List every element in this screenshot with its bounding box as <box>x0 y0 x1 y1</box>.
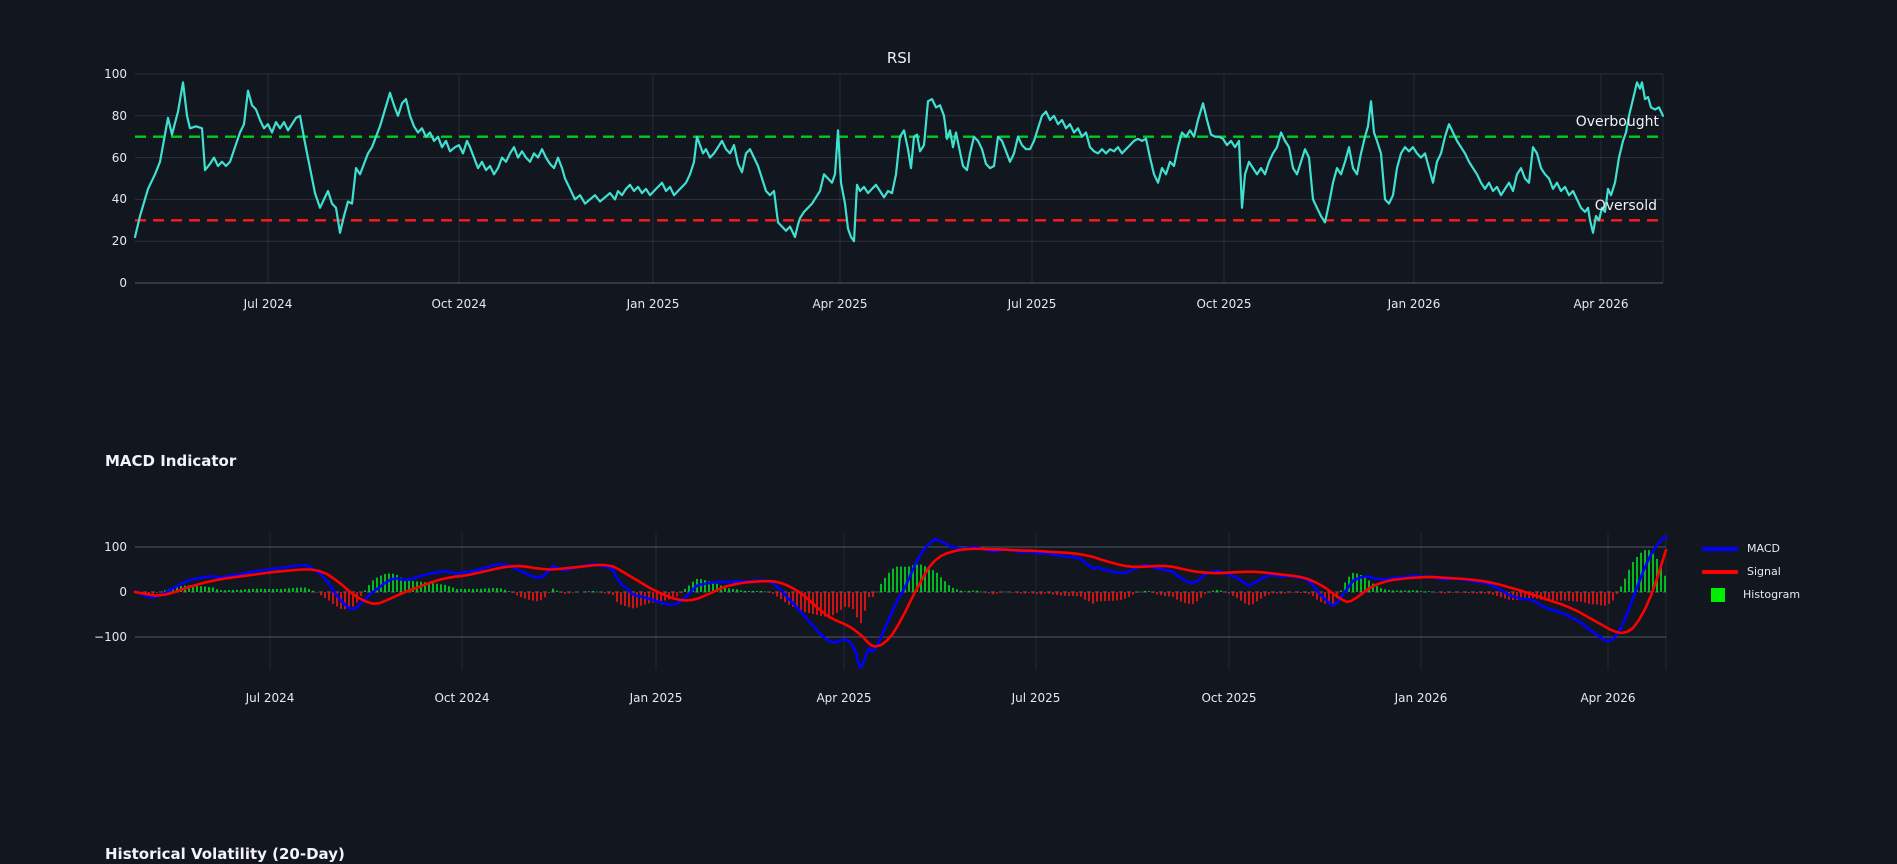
macd-x-tick: Oct 2025 <box>1201 691 1257 705</box>
histogram-swatch-icon <box>1711 587 1725 602</box>
rsi-x-tick: Jul 2024 <box>243 297 293 311</box>
rsi-y-tick: 60 <box>111 150 127 165</box>
macd-y-tick: −100 <box>94 630 127 644</box>
macd-x-tick: Oct 2024 <box>434 691 490 705</box>
macd-swatch-icon <box>1702 546 1738 551</box>
macd-legend: MACD Signal Histogram <box>1702 540 1800 603</box>
macd-x-tick: Apr 2025 <box>816 691 872 705</box>
legend-item-signal: Signal <box>1702 563 1800 580</box>
rsi-x-tick: Jan 2025 <box>626 297 680 311</box>
macd-x-tick: Apr 2026 <box>1580 691 1636 705</box>
legend-item-histogram: Histogram <box>1702 586 1800 603</box>
rsi-x-tick: Oct 2025 <box>1196 297 1252 311</box>
rsi-y-tick: 40 <box>111 192 127 207</box>
technical-analysis-dashboard: { "page": { "background": "#11161f", "gr… <box>0 0 1897 864</box>
rsi-y-tick: 80 <box>111 108 127 123</box>
rsi-y-tick: 100 <box>104 67 127 81</box>
overbought-annotation: Overbought <box>1575 114 1659 130</box>
legend-label: Histogram <box>1743 588 1801 601</box>
rsi-x-tick: Apr 2026 <box>1573 297 1629 311</box>
rsi-x-tick: Jan 2026 <box>1387 297 1441 311</box>
macd-x-tick: Jul 2024 <box>245 691 295 705</box>
macd-x-tick: Jan 2026 <box>1394 691 1448 705</box>
legend-label: Signal <box>1747 565 1781 578</box>
signal-swatch-icon <box>1702 569 1738 574</box>
macd-x-tick: Jul 2025 <box>1011 691 1061 705</box>
rsi-x-tick: Oct 2024 <box>431 297 487 311</box>
oversold-annotation: Oversold <box>1594 198 1657 214</box>
volatility-section-heading: Historical Volatility (20-Day) <box>105 845 345 863</box>
macd-y-tick: 0 <box>119 585 127 599</box>
macd-y-tick: 100 <box>104 540 127 554</box>
rsi-y-tick: 20 <box>111 234 127 249</box>
rsi-chart-title: RSI <box>886 49 912 67</box>
legend-label: MACD <box>1747 542 1780 555</box>
legend-item-macd: MACD <box>1702 540 1800 557</box>
macd-section-heading: MACD Indicator <box>105 452 237 470</box>
rsi-y-tick: 0 <box>119 276 127 290</box>
macd-x-tick: Jan 2025 <box>629 691 683 705</box>
rsi-x-tick: Apr 2025 <box>812 297 868 311</box>
rsi-x-tick: Jul 2025 <box>1007 297 1057 311</box>
